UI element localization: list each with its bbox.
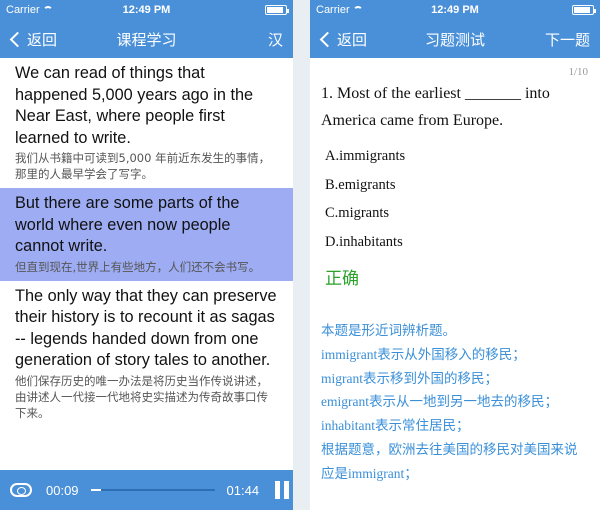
paragraph-english: But there are some parts of the world wh… [15,194,240,255]
explanation-line: migrant表示移到外国的移民； [321,370,498,386]
paragraph[interactable]: The only way that they can preserve thei… [0,281,293,427]
lesson-text: We can read of things that happened 5,00… [0,58,293,470]
page-title: 课程学习 [116,31,177,49]
progress-slider[interactable] [90,489,215,491]
status-bar: Carrier 12:49 PM [310,0,600,20]
result-label: 正确 [325,269,359,289]
next-question-button[interactable]: 下一题 [545,20,590,58]
nav-bar: 返回 课程学习 汉 [0,20,293,58]
explanation-line: 本题是形近词辨析题。 [321,323,456,338]
paragraph[interactable]: We can read of things that happened 5,00… [0,58,293,188]
paragraph-chinese: 我们从书籍中可读到5,000 年前近东发生的事情，那里的人最早学会了写字。 [15,151,271,181]
option-c[interactable]: C.migrants [321,199,590,228]
nav-bar: 返回 习题测试 下一题 [310,20,600,58]
carrier-label: Carrier [316,4,350,16]
paragraph-chinese: 他们保存历史的唯一办法是将历史当作传说讲述，由讲述人一代接一代地将史实描述为传奇… [15,373,268,420]
question-text: 1. Most of the earliest _______ into Ame… [321,85,550,129]
pause-icon[interactable] [275,481,290,499]
paragraph-english: The only way that they can preserve thei… [15,286,277,370]
lesson-screen: Carrier 12:49 PM 返回 课程学习 汉 We can read o… [0,0,293,510]
audio-player: 00:09 01:44 [0,470,293,510]
explanation: 本题是形近词辨析题。 immigrant表示从外国移入的移民； migrant表… [321,319,590,486]
wifi-icon [352,6,363,14]
translate-toggle-button[interactable]: 汉 [268,20,283,58]
quiz-screen: Carrier 12:49 PM 返回 习题测试 下一题 1/10 1. Mos… [310,0,600,510]
explanation-line: 根据题意，欧洲去往美国的移民对美国来说应是immigrant； [321,441,578,481]
total-time: 01:44 [226,482,260,498]
wifi-icon [42,6,53,14]
paragraph-english: We can read of things that happened 5,00… [15,64,254,147]
carrier-label: Carrier [6,4,40,16]
option-b[interactable]: B.emigrants [321,171,590,200]
current-time: 00:09 [46,482,79,498]
explanation-line: inhabitant表示常住居民； [321,418,470,434]
option-a[interactable]: A.immigrants [321,142,590,171]
quiz-content: 1/10 1. Most of the earliest _______ int… [310,58,600,510]
repeat-icon[interactable] [10,483,32,497]
progress-fill [90,489,102,491]
explanation-line: emigrant表示从一地到另一地去的移民； [321,394,558,410]
option-d[interactable]: D.inhabitants [321,228,590,257]
paragraph-chinese: 但直到现在,世界上有些地方，人们还不会书写。 [15,259,261,274]
paragraph-active[interactable]: But there are some parts of the world wh… [0,188,293,281]
battery-icon [265,5,289,15]
answer-options: A.immigrants B.emigrants C.migrants D.in… [321,142,590,256]
explanation-line: immigrant表示从外国移入的移民； [321,346,526,362]
battery-icon [572,5,596,15]
question-counter: 1/10 [568,66,588,78]
status-bar: Carrier 12:49 PM [0,0,293,20]
